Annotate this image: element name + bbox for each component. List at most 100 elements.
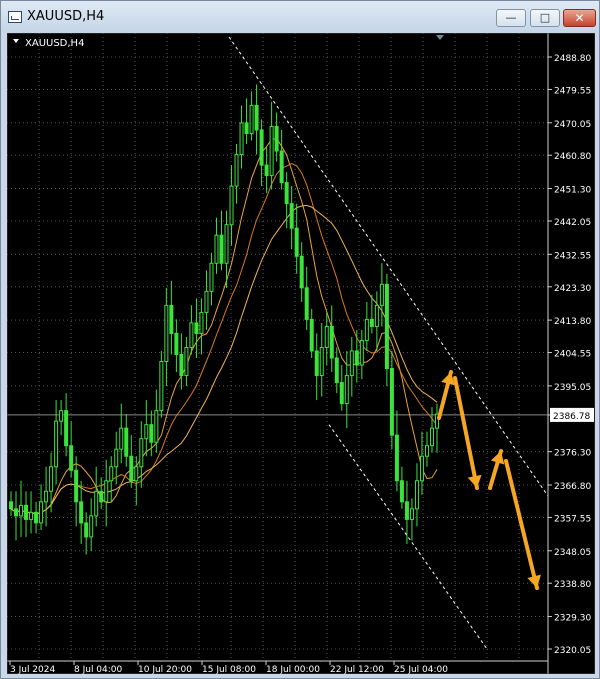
close-button[interactable]: ✕ (563, 9, 596, 27)
price-tick-label: 2432.55 (554, 251, 591, 261)
shift-marker-icon[interactable] (436, 35, 444, 40)
candle-body (374, 304, 379, 327)
candle-body (114, 448, 119, 468)
chart-canvas[interactable]: 2488.80 2479.55 2470.05 2460.80 2451.30 2442.… (6, 32, 596, 675)
maximize-button[interactable]: □ (530, 9, 560, 27)
candle-body (189, 322, 194, 348)
channel-upper-line (228, 36, 549, 497)
symbol-label: XAUUSD,H4 (25, 38, 84, 49)
price-tick-label: 2395.05 (554, 383, 591, 393)
candle-body (279, 150, 284, 184)
moving-average-line (10, 162, 438, 515)
candle-body (49, 466, 54, 492)
minimize-icon: — (505, 11, 517, 24)
candle-body (384, 283, 389, 370)
candle-body (224, 224, 229, 264)
candle-body (119, 427, 124, 450)
candle-body (184, 346, 189, 377)
chart-window: XAUUSD,H4 — □ ✕ 2488.80 2479.55 2470.05 246… (0, 0, 600, 679)
candle-body (79, 501, 84, 524)
candle-body (319, 346, 324, 377)
candle-body (89, 515, 94, 538)
candle-body (209, 262, 214, 292)
candle-body (339, 382, 344, 405)
price-tick-label: 2348.05 (554, 548, 591, 558)
candle-body (104, 480, 109, 503)
price-tick-label: 2357.55 (554, 514, 591, 524)
price-tick-label: 2460.80 (554, 152, 591, 162)
price-tick-label: 2338.80 (554, 580, 591, 590)
candle-body (69, 445, 74, 471)
candle-body (229, 185, 234, 226)
candle-body (259, 129, 264, 166)
candle-body (334, 357, 339, 384)
candle-body (234, 154, 239, 187)
candle-body (204, 290, 209, 313)
candle-body (364, 318, 369, 341)
time-tick-label: 22 Jul 12:00 (330, 665, 384, 674)
time-tick-label: 3 Jul 2024 (10, 665, 55, 674)
candle-body (159, 361, 164, 412)
candle-body (144, 424, 149, 440)
candle-body (429, 427, 434, 447)
candle-body (54, 420, 59, 468)
candle-body (74, 469, 79, 503)
candle-body (194, 322, 199, 334)
price-tick-label: 2470.05 (554, 120, 591, 130)
projection-arrow-head (527, 574, 541, 588)
window-title: XAUUSD,H4 (27, 9, 105, 24)
candle-body (299, 255, 304, 289)
candle-body (139, 438, 144, 468)
price-chart[interactable]: 2488.80 2479.55 2470.05 2460.80 2451.30 2442.… (6, 32, 596, 675)
time-tick-label: 10 Jul 20:00 (138, 665, 192, 674)
price-tick-label: 2423.30 (554, 284, 591, 294)
price-tick-label: 2320.05 (554, 646, 591, 656)
candle-body (414, 480, 419, 510)
candle-body (379, 283, 384, 306)
maximize-icon: □ (539, 11, 551, 24)
candle-body (164, 304, 169, 363)
candle-body (64, 410, 69, 447)
candle-body (19, 504, 24, 517)
price-tick-label: 2366.80 (554, 482, 591, 492)
candle-body (99, 490, 104, 503)
candle-body (289, 203, 294, 229)
candle-body (9, 501, 13, 510)
close-icon: ✕ (574, 11, 585, 25)
candle-body (219, 234, 224, 264)
candle-body (59, 410, 64, 422)
candle-body (14, 508, 19, 517)
price-tick-label: 2451.30 (554, 186, 591, 196)
current-price-label: 2386.78 (553, 412, 590, 422)
title-bar[interactable]: XAUUSD,H4 — □ ✕ (1, 1, 599, 33)
candle-body (304, 287, 309, 320)
candle-body (394, 434, 399, 482)
candle-body (44, 490, 49, 503)
candle-body (169, 304, 174, 334)
candle-body (264, 164, 269, 177)
candle-body (359, 339, 364, 366)
candle-body (39, 501, 44, 524)
candle-body (29, 511, 34, 520)
candle-body (154, 410, 159, 443)
time-tick-label: 25 Jul 04:00 (394, 665, 448, 674)
price-tick-label: 2404.55 (554, 350, 591, 360)
candle-body (399, 480, 404, 503)
price-tick-label: 2413.80 (554, 317, 591, 327)
candle-body (409, 508, 414, 520)
candle-body (214, 234, 219, 264)
minimize-button[interactable]: — (496, 9, 526, 27)
candle-body (309, 318, 314, 352)
candle-body (254, 104, 259, 131)
price-tick-label: 2488.80 (554, 54, 591, 64)
candle-body (199, 311, 204, 334)
candle-body (239, 122, 244, 156)
symbol-dropdown-icon[interactable] (13, 39, 19, 43)
candle-body (84, 522, 89, 538)
candle-body (294, 227, 299, 257)
candle-body (94, 490, 99, 517)
candle-body (244, 122, 249, 134)
candle-body (349, 350, 354, 377)
candle-body (404, 501, 409, 520)
projection-arrow-head (441, 372, 455, 386)
